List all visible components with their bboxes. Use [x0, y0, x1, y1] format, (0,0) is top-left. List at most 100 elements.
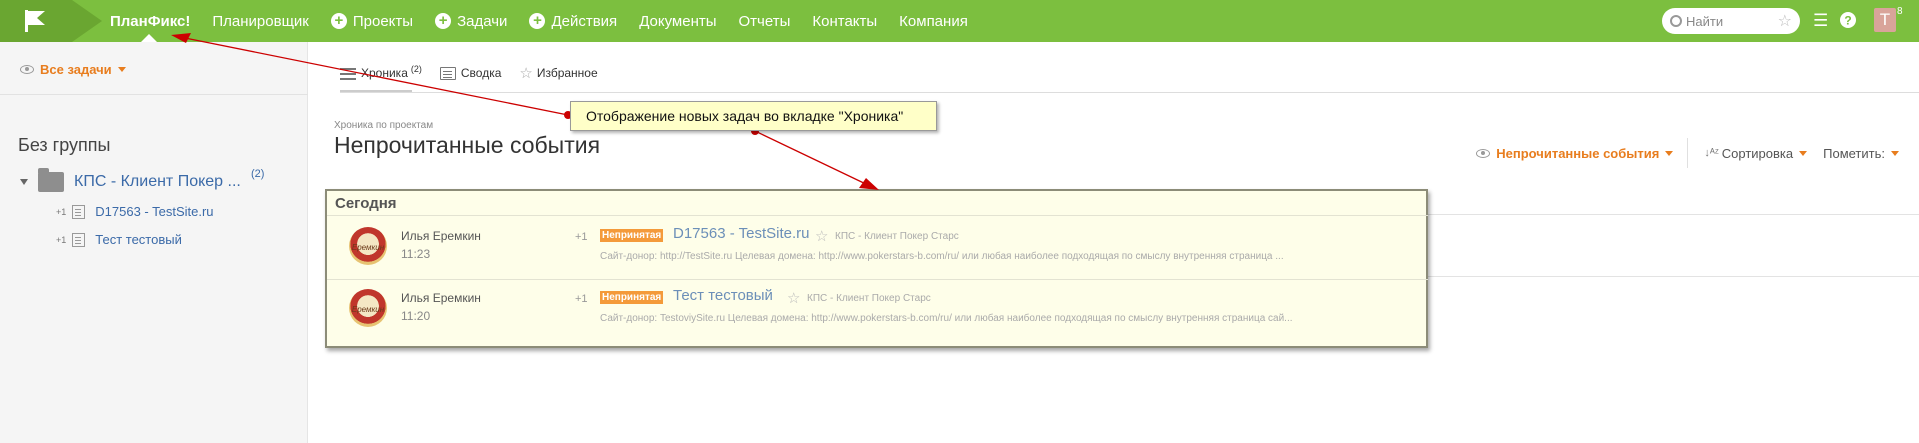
group-title: Без группы — [18, 135, 111, 155]
control-separator — [1687, 138, 1689, 168]
event-row[interactable]: Еремкин Илья Еремкин 11:20 +1 Непринятая… — [327, 281, 1428, 341]
tab-count: (2) — [410, 64, 422, 74]
nav-label: Планировщик — [212, 12, 309, 30]
event-description: Сайт-донор: TestoviySite.ru Целевая доме… — [600, 313, 1293, 324]
plus-icon[interactable]: + — [330, 13, 347, 29]
status-badge: Непринятая — [600, 291, 664, 304]
logo-chevron — [72, 0, 102, 42]
tab-label: Избранное — [536, 66, 598, 80]
nav-label: Задачи — [457, 12, 508, 30]
nav-item-contacts[interactable]: Контакты — [812, 13, 877, 30]
svg-text:?: ? — [1844, 14, 1851, 28]
tab-chronicle[interactable]: Хроника (2) — [340, 64, 422, 80]
nav-item-documents[interactable]: Документы — [639, 13, 716, 30]
dropdown-label: Пометить: — [1823, 145, 1885, 161]
star-icon[interactable]: ☆ — [787, 289, 800, 307]
sidebar-divider — [0, 94, 308, 95]
plus-icon[interactable]: + — [435, 13, 452, 29]
menu-icon[interactable]: ☰ — [1813, 11, 1828, 31]
new-count-label: +1 — [56, 206, 67, 217]
star-icon: ☆ — [519, 65, 533, 82]
summary-icon — [439, 66, 456, 80]
nav-brand-planfix[interactable]: ПланФикс! — [110, 13, 190, 30]
dropdown-label: Сортировка — [1721, 145, 1794, 161]
new-count-label: +1 — [56, 234, 67, 245]
tab-label: Хроника — [361, 66, 408, 80]
event-author[interactable]: Илья Еремкин — [401, 229, 481, 243]
task-tree-item[interactable]: +1 D17563 - TestSite.ru — [56, 204, 214, 219]
nav-label: Отчеты — [738, 12, 791, 30]
row-divider — [1428, 214, 1919, 215]
nav-item-actions[interactable]: + Действия — [529, 13, 617, 30]
event-project[interactable]: КПС - Клиент Покер Старс — [835, 231, 959, 242]
folder-icon — [38, 168, 64, 192]
search-icon — [1670, 15, 1682, 27]
project-tree-item[interactable]: КПС - Клиент Покер ... — [20, 168, 241, 192]
avatar-caption: Еремкин — [351, 243, 385, 252]
help-icon[interactable]: ? — [1839, 11, 1857, 29]
nav-item-projects[interactable]: + Проекты — [330, 12, 414, 30]
nav-label: Документы — [639, 12, 717, 30]
annotation-callout: Отображение новых задач во вкладке "Хрон… — [570, 101, 937, 131]
user-avatar[interactable]: T — [1874, 8, 1896, 32]
star-icon[interactable]: ☆ — [815, 227, 828, 245]
sidebar: Все задачи Без группы КПС - Клиент Покер… — [0, 42, 308, 443]
nav-item-reports[interactable]: Отчеты — [739, 13, 791, 30]
plus-icon[interactable]: + — [529, 13, 546, 29]
dropdown-label: Непрочитанные события — [1496, 145, 1660, 161]
list-controls: Непрочитанные события ↓ᴬᶻ Сортировка Пом… — [1460, 138, 1899, 168]
event-task-link[interactable]: D17563 - TestSite.ru — [673, 225, 809, 242]
row-divider — [327, 279, 1428, 280]
avatar-caption: Еремкин — [351, 305, 385, 314]
page-subtitle: Хроника по проектам — [334, 120, 434, 131]
task-icon — [72, 232, 86, 247]
eye-icon — [1476, 148, 1491, 158]
nav-item-planner[interactable]: Планировщик — [212, 13, 308, 30]
task-tree-item[interactable]: +1 Тест тестовый — [56, 232, 182, 247]
chronicle-icon — [340, 67, 356, 80]
logo[interactable] — [0, 0, 72, 42]
today-heading: Сегодня — [335, 195, 397, 212]
new-count-label: +1 — [575, 231, 588, 243]
task-icon — [72, 204, 86, 219]
expand-triangle-icon[interactable] — [20, 179, 28, 185]
today-events-group: Сегодня Еремкин Илья Еремкин 11:23 +1 Не… — [325, 189, 1428, 348]
task-link[interactable]: D17563 - TestSite.ru — [95, 204, 213, 219]
search-placeholder: Найти — [1686, 13, 1724, 29]
eye-icon — [20, 65, 34, 74]
task-filter-dropdown[interactable]: Все задачи — [20, 62, 126, 77]
chevron-down-icon — [1665, 150, 1674, 156]
sort-dropdown[interactable]: ↓ᴬᶻ Сортировка — [1704, 145, 1808, 161]
flag-icon — [25, 10, 45, 32]
row-divider — [1428, 276, 1919, 277]
event-project[interactable]: КПС - Клиент Покер Старс — [807, 293, 931, 304]
project-link[interactable]: КПС - Клиент Покер ... — [74, 173, 241, 191]
event-description: Сайт-донор: http://TestSite.ru Целевая д… — [600, 251, 1284, 262]
event-author[interactable]: Илья Еремкин — [401, 291, 481, 305]
unread-events-dropdown[interactable]: Непрочитанные события — [1476, 145, 1674, 161]
chevron-down-icon — [1799, 150, 1808, 156]
nav-label: Контакты — [812, 12, 878, 30]
tab-label: Сводка — [460, 66, 502, 80]
new-count-label: +1 — [575, 293, 588, 305]
event-row[interactable]: Еремкин Илья Еремкин 11:23 +1 Непринятая… — [327, 219, 1428, 279]
tab-summary[interactable]: Сводка — [439, 66, 502, 80]
main-nav: ПланФикс! Планировщик + Проекты + Задачи +… — [110, 0, 990, 42]
chevron-down-icon — [1891, 150, 1899, 156]
notification-count-badge: 8 — [1897, 6, 1903, 17]
chevron-down-icon — [117, 67, 126, 72]
mark-dropdown[interactable]: Пометить: — [1823, 146, 1899, 161]
view-tabs: Хроника (2) Сводка ☆ Избранное — [340, 64, 616, 82]
event-time: 11:23 — [401, 247, 431, 261]
project-task-count: (2) — [251, 168, 265, 180]
tab-favorites[interactable]: ☆ Избранное — [519, 64, 597, 82]
nav-label: Проекты — [352, 12, 414, 30]
search-input[interactable]: Найти ☆ — [1662, 8, 1800, 34]
star-icon[interactable]: ☆ — [1778, 11, 1792, 31]
tabs-divider — [340, 92, 1919, 93]
task-link[interactable]: Тест тестовый — [95, 232, 182, 247]
event-task-link[interactable]: Тест тестовый — [673, 287, 773, 304]
nav-item-company[interactable]: Компания — [899, 13, 968, 30]
nav-item-tasks[interactable]: + Задачи — [435, 13, 507, 30]
page-title: Непрочитанные события — [334, 132, 601, 158]
